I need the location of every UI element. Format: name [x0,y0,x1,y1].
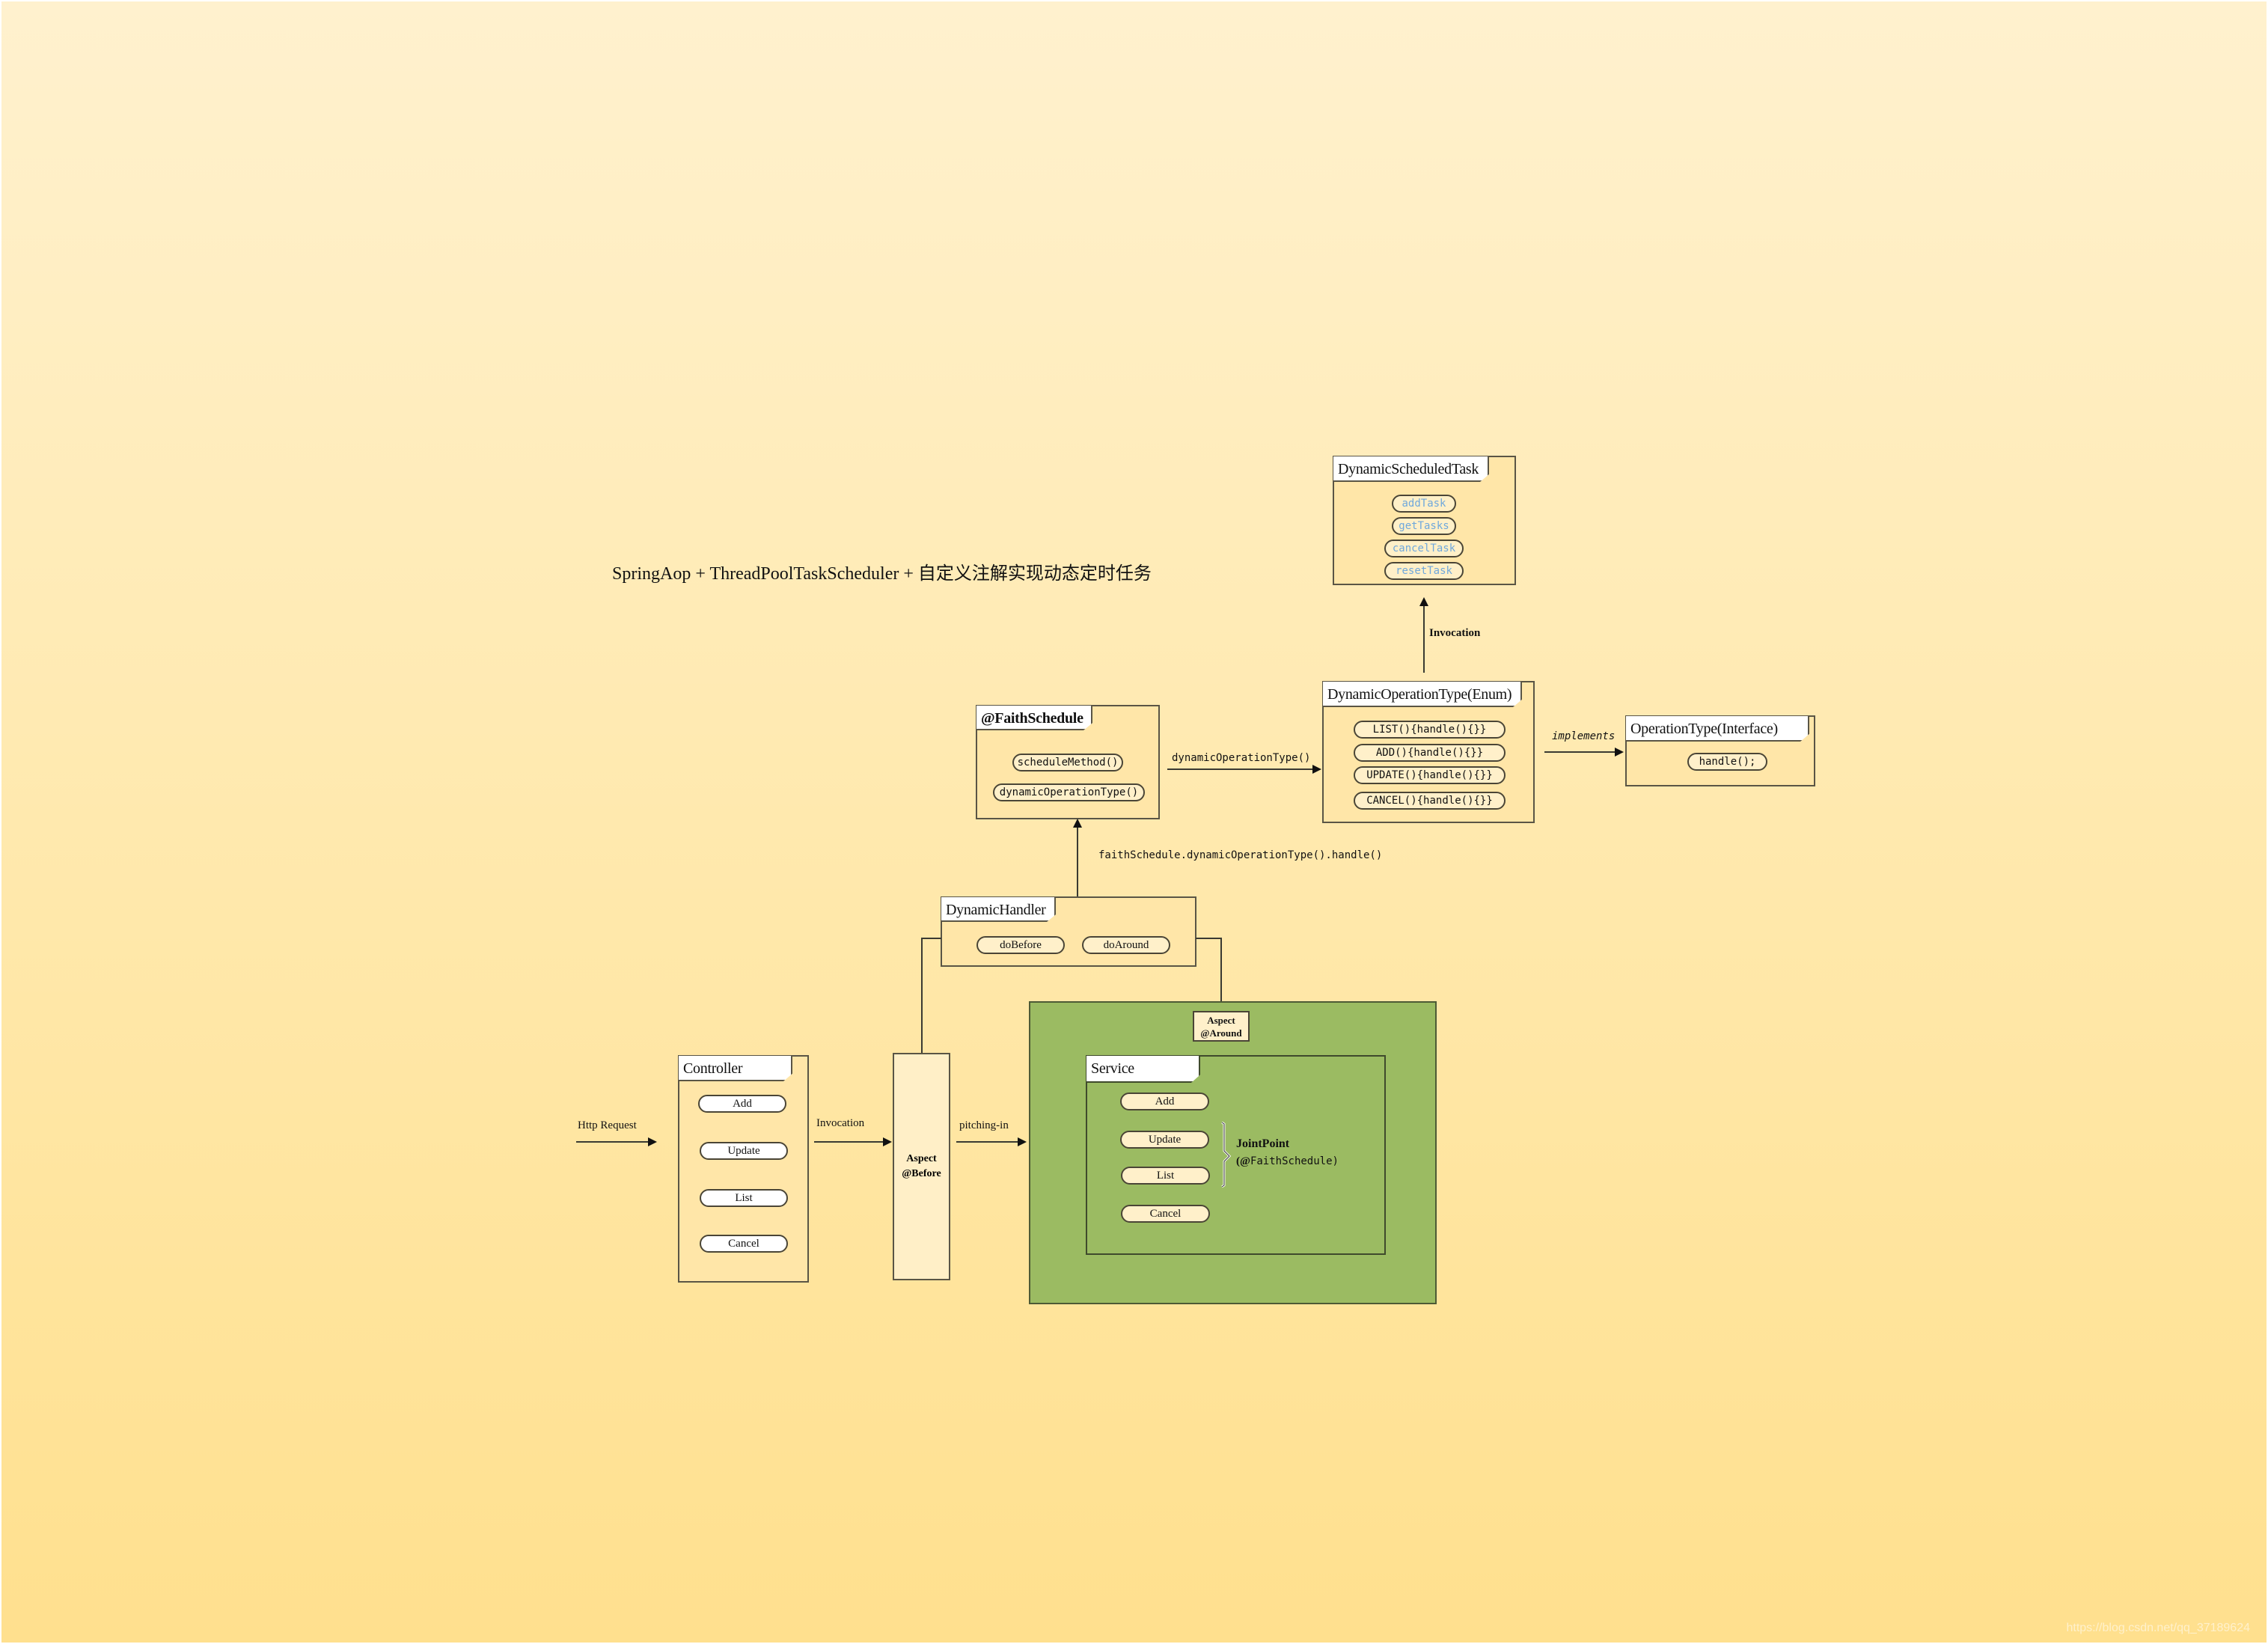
aspect-before-box: Aspect @Before [893,1053,950,1280]
faith-schedule-box: @FaithSchedule scheduleMethod() dynamicO… [976,705,1160,819]
dynamic-operation-type-box: DynamicOperationType(Enum) LIST(){handle… [1322,681,1535,823]
enum-add: ADD(){handle(){}} [1354,744,1506,762]
edge-handler-to-annotation [1077,826,1078,896]
dynamic-scheduled-task-title: DynamicScheduledTask [1333,456,1489,482]
edge-label-implements: implements [1552,730,1616,742]
controller-title: Controller [679,1056,792,1081]
enum-cancel: CANCEL(){handle(){}} [1354,792,1506,810]
edge-enum-to-task [1423,605,1425,673]
method-handle: handle(); [1687,753,1767,771]
method-do-around: doAround [1082,936,1170,954]
watermark: https://blog.csdn.net/qq_37189624 [2066,1622,2250,1634]
dynamic-scheduled-task-box: DynamicScheduledTask addTask getTasks ca… [1333,456,1516,585]
method-add-task: addTask [1392,495,1456,513]
connector-handler-to-around-h [1196,938,1222,939]
controller-method-list: List [700,1189,788,1207]
arrow-head-up-icon [1073,819,1082,828]
edge-label-http-request: Http Request [578,1119,637,1131]
controller-box: Controller Add Update List Cancel [678,1055,809,1283]
aspect-around-box: Aspect @Around [1193,1011,1250,1042]
service-method-list: List [1121,1167,1210,1185]
dynamic-handler-title: DynamicHandler [941,897,1056,922]
controller-method-add: Add [698,1095,786,1113]
diagram-title: SpringAop + ThreadPoolTaskScheduler + 自定… [612,564,1152,584]
arrow-head-right-icon [1312,765,1321,774]
edge-label-annotation-to-enum: dynamicOperationType() [1172,752,1311,764]
dynamic-operation-type-title: DynamicOperationType(Enum) [1323,682,1522,707]
method-reset-task: resetTask [1384,562,1464,580]
joint-point-annotation: (@FaithSchedule) [1236,1154,1339,1168]
edge-http-request [576,1141,649,1143]
connector-handler-to-before-h [921,938,941,939]
service-box: Service Add Update List Cancel JointPoin… [1086,1055,1386,1255]
edge-pitching-in [956,1141,1019,1143]
joint-point-at: @ [1240,1155,1250,1167]
dynamic-handler-box: DynamicHandler doBefore doAround [941,896,1196,967]
enum-list: LIST(){handle(){}} [1354,721,1506,739]
edge-label-handler-to-annotation: faithSchedule.dynamicOperationType().han… [1098,849,1383,861]
method-get-tasks: getTasks [1392,517,1456,535]
edge-label-enum-to-task: Invocation [1429,627,1481,639]
diagram-canvas: SpringAop + ThreadPoolTaskScheduler + 自定… [1,1,2267,1643]
arrow-head-right-icon [1615,748,1624,757]
controller-method-cancel: Cancel [700,1235,788,1253]
faith-schedule-title: @FaithSchedule [976,706,1092,730]
service-method-cancel: Cancel [1121,1205,1210,1223]
operation-type-interface-title: OperationType(Interface) [1626,716,1809,742]
enum-update: UPDATE(){handle(){}} [1354,766,1506,784]
controller-method-update: Update [700,1142,788,1160]
brace-icon [1221,1121,1232,1188]
edge-implements [1544,751,1616,753]
method-do-before: doBefore [976,936,1065,954]
aspect-around-line2: @Around [1200,1027,1242,1039]
edge-label-invocation: Invocation [816,1117,865,1129]
service-method-add: Add [1120,1093,1209,1110]
aspect-around-line1: Aspect [1207,1014,1235,1026]
operation-type-interface-box: OperationType(Interface) handle(); [1625,715,1815,786]
aspect-before-line1: Aspect [906,1153,937,1164]
arrow-head-right-icon [648,1137,657,1146]
arrow-head-right-icon [1018,1137,1027,1146]
arrow-head-right-icon [883,1137,892,1146]
method-cancel-task: cancelTask [1384,540,1464,557]
service-method-update: Update [1120,1131,1209,1149]
service-title: Service [1086,1056,1200,1083]
connector-handler-to-around-v [1220,938,1222,1011]
edge-invocation [814,1141,884,1143]
aspect-before-line2: @Before [902,1168,941,1179]
arrow-head-up-icon [1419,597,1428,606]
method-schedule-method: scheduleMethod() [1012,754,1123,771]
joint-point-label: JointPoint [1236,1137,1290,1150]
joint-point-annotation-name: FaithSchedule) [1250,1155,1339,1167]
edge-label-pitching-in: pitching-in [959,1119,1009,1131]
edge-annotation-to-enum [1167,768,1314,770]
method-dynamic-operation-type: dynamicOperationType() [993,783,1145,801]
connector-handler-to-before-v [921,938,923,1053]
